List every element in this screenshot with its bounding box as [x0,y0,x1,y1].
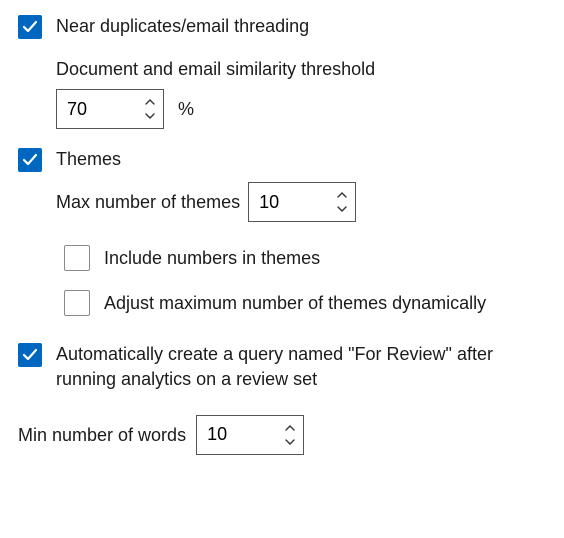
min-words-down-button[interactable] [283,435,297,449]
checkmark-icon [22,19,38,35]
auto-query-label: Automatically create a query named "For … [56,342,546,391]
similarity-threshold-up-button[interactable] [143,95,157,109]
adjust-dynamic-label: Adjust maximum number of themes dynamica… [104,291,486,315]
adjust-dynamic-checkbox[interactable] [64,290,90,316]
min-words-label: Min number of words [18,423,186,447]
similarity-threshold-spinner[interactable] [56,89,164,129]
include-numbers-label: Include numbers in themes [104,246,320,270]
checkmark-icon [22,152,38,168]
include-numbers-checkbox[interactable] [64,245,90,271]
chevron-down-icon [337,206,347,212]
similarity-threshold-label: Document and email similarity threshold [56,57,546,81]
max-themes-label: Max number of themes [56,190,240,214]
max-themes-spinner[interactable] [248,182,356,222]
similarity-threshold-input[interactable] [57,90,137,128]
themes-checkbox[interactable] [18,148,42,172]
chevron-down-icon [145,113,155,119]
chevron-up-icon [145,99,155,105]
checkmark-icon [22,347,38,363]
max-themes-up-button[interactable] [335,188,349,202]
max-themes-down-button[interactable] [335,202,349,216]
themes-label: Themes [56,147,546,171]
chevron-up-icon [337,192,347,198]
near-duplicates-label: Near duplicates/email threading [56,14,546,38]
min-words-spinner[interactable] [196,415,304,455]
chevron-up-icon [285,425,295,431]
percent-unit: % [178,97,194,121]
min-words-up-button[interactable] [283,421,297,435]
chevron-down-icon [285,439,295,445]
similarity-threshold-down-button[interactable] [143,109,157,123]
near-duplicates-checkbox[interactable] [18,15,42,39]
auto-query-checkbox[interactable] [18,343,42,367]
max-themes-input[interactable] [249,183,329,221]
min-words-input[interactable] [197,416,277,454]
